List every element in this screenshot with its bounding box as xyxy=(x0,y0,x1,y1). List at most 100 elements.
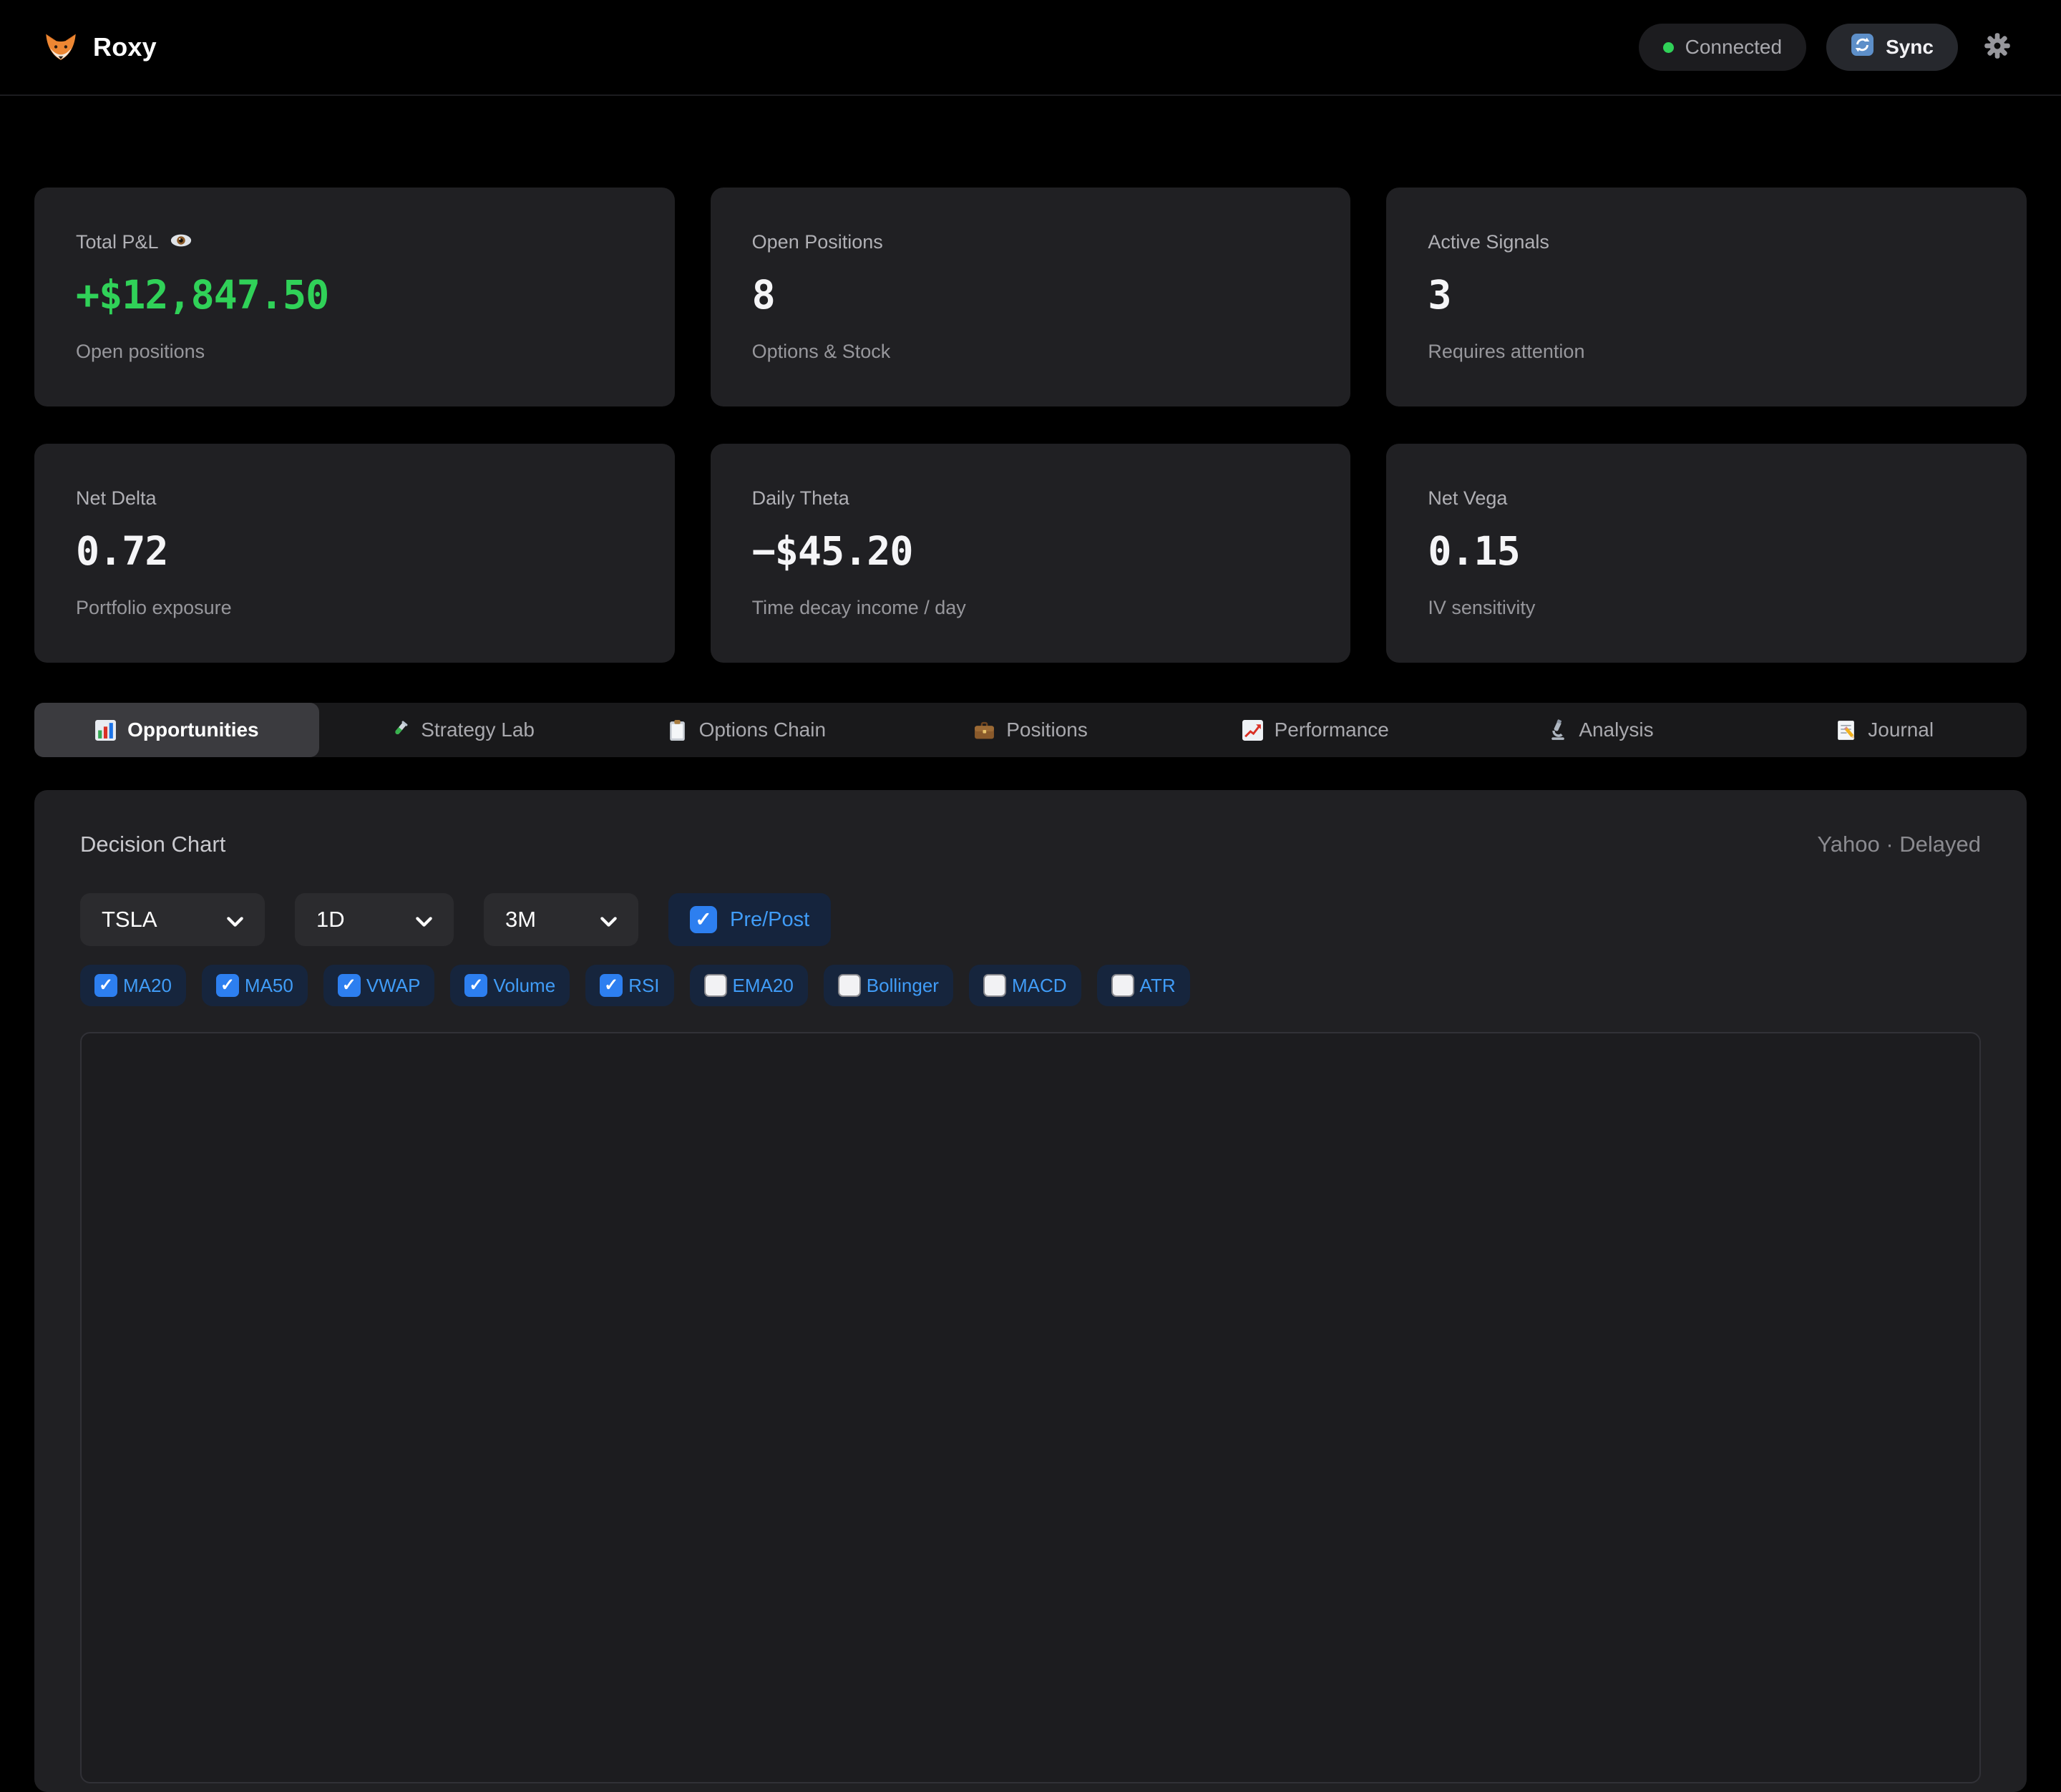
range-select-value: 3M xyxy=(505,907,536,932)
tab-analysis[interactable]: Analysis xyxy=(1458,703,1743,757)
decision-chart-panel: Decision Chart Yahoo · Delayed TSLA 1D 3… xyxy=(34,790,2027,1792)
tab-label: Options Chain xyxy=(699,719,826,741)
indicator-rsi[interactable]: RSI xyxy=(585,965,673,1006)
indicator-label: MACD xyxy=(1012,975,1067,997)
chart-up-icon xyxy=(1242,719,1264,741)
stat-subtitle: Open positions xyxy=(76,341,633,363)
stat-label: Total P&L xyxy=(76,231,159,253)
sync-button[interactable]: Sync xyxy=(1826,24,1958,71)
indicator-atr[interactable]: ATR xyxy=(1097,965,1190,1006)
main-tab-bar: Opportunities Strategy Lab Options Chain… xyxy=(34,703,2027,757)
stat-card-net-vega: Net Vega 0.15 IV sensitivity xyxy=(1386,444,2027,663)
stat-label: Active Signals xyxy=(1428,231,1549,253)
gear-icon xyxy=(1983,31,2012,64)
fox-logo-icon xyxy=(44,33,77,62)
app-header: Roxy Connected Sync xyxy=(0,0,2061,96)
stat-subtitle: IV sensitivity xyxy=(1428,597,1985,619)
tab-performance[interactable]: Performance xyxy=(1173,703,1458,757)
indicator-label: EMA20 xyxy=(733,975,794,997)
indicator-ma20[interactable]: MA20 xyxy=(80,965,186,1006)
indicator-label: Volume xyxy=(493,975,555,997)
tab-label: Opportunities xyxy=(127,719,259,741)
range-select[interactable]: 3M xyxy=(484,893,638,946)
app-title: Roxy xyxy=(93,32,157,62)
indicator-label: VWAP xyxy=(366,975,421,997)
main-content: Total P&L +$12,847.50 Open positions Ope… xyxy=(0,188,2061,1792)
indicator-bollinger[interactable]: Bollinger xyxy=(824,965,953,1006)
tab-strategy-lab[interactable]: Strategy Lab xyxy=(319,703,604,757)
stats-grid: Total P&L +$12,847.50 Open positions Ope… xyxy=(34,188,2027,663)
chart-controls: TSLA 1D 3M Pre/Post xyxy=(80,893,1981,946)
interval-select-value: 1D xyxy=(316,907,345,932)
settings-button[interactable] xyxy=(1978,28,2017,67)
brand: Roxy xyxy=(44,32,157,62)
chevron-down-icon xyxy=(227,907,243,932)
indicator-ema20[interactable]: EMA20 xyxy=(690,965,808,1006)
tab-label: Performance xyxy=(1275,719,1389,741)
prepost-checkbox[interactable] xyxy=(690,906,717,933)
connection-status-badge: Connected xyxy=(1639,24,1806,71)
tab-options-chain[interactable]: Options Chain xyxy=(603,703,888,757)
briefcase-icon xyxy=(973,719,995,741)
chevron-down-icon xyxy=(416,907,432,932)
data-source-label: Yahoo · Delayed xyxy=(1817,832,1981,857)
indicator-label: MA20 xyxy=(123,975,172,997)
stat-value: 0.15 xyxy=(1428,528,1985,574)
indicator-label: ATR xyxy=(1140,975,1176,997)
chart-canvas-placeholder xyxy=(80,1032,1981,1783)
sync-icon xyxy=(1851,33,1874,62)
tab-journal[interactable]: Journal xyxy=(1742,703,2027,757)
indicator-checkbox[interactable] xyxy=(1111,974,1134,997)
stat-subtitle: Requires attention xyxy=(1428,341,1985,363)
indicator-macd[interactable]: MACD xyxy=(969,965,1081,1006)
stat-card-active-signals: Active Signals 3 Requires attention xyxy=(1386,188,2027,406)
chevron-down-icon xyxy=(600,907,617,932)
stat-card-daily-theta: Daily Theta −$45.20 Time decay income / … xyxy=(711,444,1351,663)
tab-label: Analysis xyxy=(1579,719,1653,741)
panel-title: Decision Chart xyxy=(80,832,225,857)
indicator-checkbox[interactable] xyxy=(464,974,487,997)
indicator-checkbox[interactable] xyxy=(94,974,117,997)
tab-positions[interactable]: Positions xyxy=(888,703,1173,757)
indicator-checkbox[interactable] xyxy=(704,974,727,997)
stat-subtitle: Time decay income / day xyxy=(752,597,1310,619)
stat-card-total-pnl: Total P&L +$12,847.50 Open positions xyxy=(34,188,675,406)
stat-label: Open Positions xyxy=(752,231,883,253)
tab-opportunities[interactable]: Opportunities xyxy=(34,703,319,757)
indicator-checkbox[interactable] xyxy=(600,974,623,997)
sync-button-label: Sync xyxy=(1886,36,1934,59)
indicator-label: MA50 xyxy=(245,975,293,997)
stat-card-open-positions: Open Positions 8 Options & Stock xyxy=(711,188,1351,406)
stat-label: Daily Theta xyxy=(752,487,849,510)
eye-icon[interactable] xyxy=(170,234,192,250)
stat-card-net-delta: Net Delta 0.72 Portfolio exposure xyxy=(34,444,675,663)
indicator-volume[interactable]: Volume xyxy=(450,965,570,1006)
microscope-icon xyxy=(1546,719,1568,741)
stat-value: −$45.20 xyxy=(752,528,1310,574)
tab-label: Strategy Lab xyxy=(421,719,535,741)
indicator-checkbox[interactable] xyxy=(838,974,861,997)
test-tube-icon xyxy=(388,719,410,741)
indicator-ma50[interactable]: MA50 xyxy=(202,965,308,1006)
prepost-label: Pre/Post xyxy=(730,908,809,932)
stat-label: Net Vega xyxy=(1428,487,1507,510)
interval-select[interactable]: 1D xyxy=(295,893,454,946)
bar-chart-icon xyxy=(94,719,117,741)
stat-subtitle: Portfolio exposure xyxy=(76,597,633,619)
connection-status-label: Connected xyxy=(1685,36,1782,59)
prepost-toggle[interactable]: Pre/Post xyxy=(668,893,831,946)
symbol-select-value: TSLA xyxy=(102,907,157,932)
tab-label: Journal xyxy=(1868,719,1934,741)
header-actions: Connected Sync xyxy=(1639,24,2017,71)
indicator-vwap[interactable]: VWAP xyxy=(323,965,435,1006)
memo-icon xyxy=(1835,719,1857,741)
indicator-checkbox[interactable] xyxy=(983,974,1006,997)
indicator-toggles: MA20 MA50 VWAP Volume RSI EMA20 xyxy=(80,965,1981,1006)
indicator-checkbox[interactable] xyxy=(216,974,239,997)
stat-value: 8 xyxy=(752,272,1310,318)
stat-value: +$12,847.50 xyxy=(76,272,633,318)
symbol-select[interactable]: TSLA xyxy=(80,893,265,946)
indicator-checkbox[interactable] xyxy=(338,974,361,997)
indicator-label: Bollinger xyxy=(867,975,939,997)
stat-value: 3 xyxy=(1428,272,1985,318)
